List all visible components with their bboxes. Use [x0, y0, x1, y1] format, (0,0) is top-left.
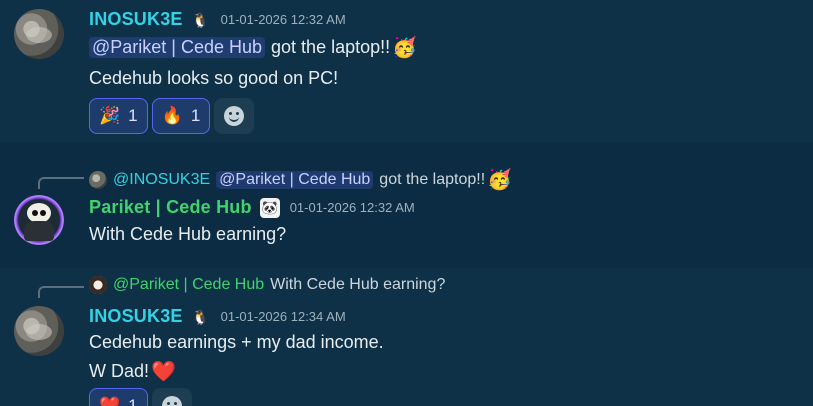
- timestamp[interactable]: 01-01-2026 12:32 AM: [221, 12, 346, 27]
- message-text-segment: got the laptop!!: [271, 37, 391, 57]
- message-text-segment: Cedehub looks so good on PC!: [89, 68, 339, 88]
- reply-avatar: [89, 170, 107, 189]
- message-text: Cedehub earnings + my dad income.: [89, 332, 384, 353]
- username[interactable]: INOSUK3E: [89, 9, 183, 30]
- avatar[interactable]: [14, 9, 64, 59]
- user-mention[interactable]: @Pariket | Cede Hub: [216, 170, 374, 189]
- message-group: @INOSUK3E @Pariket | Cede Hub got the la…: [0, 160, 813, 260]
- penguin-badge-icon[interactable]: 🐧: [191, 10, 211, 30]
- reaction-party[interactable]: 🎉 1: [89, 98, 148, 134]
- message-text: W Dad! ❤️: [89, 359, 176, 384]
- username[interactable]: INOSUK3E: [89, 306, 183, 327]
- penguin-badge-icon[interactable]: 🐧: [191, 307, 211, 327]
- timestamp[interactable]: 01-01-2026 12:32 AM: [290, 200, 415, 215]
- add-reaction-button[interactable]: [214, 98, 255, 134]
- timestamp[interactable]: 01-01-2026 12:34 AM: [221, 309, 346, 324]
- message-group: @Pariket | Cede Hub With Cede Hub earnin…: [0, 268, 813, 406]
- smile-icon: [161, 396, 182, 406]
- reply-avatar: [89, 276, 107, 294]
- reaction-bar: ❤️ 1: [89, 388, 192, 406]
- heart-emoji: ❤️: [151, 361, 176, 383]
- message-text: Cedehub looks so good on PC!: [89, 68, 338, 89]
- message-header: INOSUK3E 🐧 01-01-2026 12:32 AM: [89, 9, 346, 30]
- reaction-count: 1: [190, 106, 201, 125]
- reply-text: With Cede Hub earning?: [270, 276, 446, 293]
- reply-username[interactable]: @INOSUK3E: [113, 171, 210, 189]
- chat-message-list: INOSUK3E 🐧 01-01-2026 12:32 AM @Pariket …: [0, 0, 813, 406]
- username[interactable]: Pariket | Cede Hub: [89, 197, 252, 218]
- avatar[interactable]: [14, 306, 64, 356]
- reaction-heart[interactable]: ❤️ 1: [89, 388, 148, 406]
- reaction-bar: 🎉 1 🔥 1: [89, 98, 255, 134]
- message-text-segment: W Dad!: [89, 361, 150, 381]
- reply-preview[interactable]: @INOSUK3E @Pariket | Cede Hub got the la…: [89, 167, 512, 192]
- message-text: With Cede Hub earning?: [89, 224, 286, 245]
- panda-face: [27, 203, 51, 223]
- message-group: INOSUK3E 🐧 01-01-2026 12:32 AM @Pariket …: [0, 0, 813, 142]
- reaction-count: 1: [128, 106, 138, 125]
- partying-face-emoji: 🥳: [392, 37, 418, 59]
- heart-icon: ❤️: [99, 396, 121, 406]
- user-mention[interactable]: @Pariket | Cede Hub: [89, 37, 266, 58]
- fire-icon: 🔥: [161, 106, 183, 125]
- message-text-segment: With Cede Hub earning?: [89, 224, 287, 244]
- avatar[interactable]: [14, 195, 64, 245]
- reaction-count: 1: [128, 396, 138, 406]
- message-text-segment: Cedehub earnings + my dad income.: [89, 332, 384, 352]
- reply-preview[interactable]: @Pariket | Cede Hub With Cede Hub earnin…: [89, 276, 445, 294]
- panda-badge-icon[interactable]: 🐼: [259, 197, 280, 218]
- message-header: Pariket | Cede Hub 🐼 01-01-2026 12:32 AM: [89, 197, 415, 218]
- add-reaction-button[interactable]: [151, 388, 192, 406]
- message-header: INOSUK3E 🐧 01-01-2026 12:34 AM: [89, 306, 346, 327]
- reply-connector: [38, 177, 84, 189]
- message-text: @Pariket | Cede Hub got the laptop!! 🥳: [89, 35, 417, 60]
- reply-connector: [38, 286, 84, 298]
- party-popper-icon: 🎉: [99, 106, 121, 125]
- reply-username[interactable]: @Pariket | Cede Hub: [113, 276, 264, 294]
- partying-face-emoji: 🥳: [487, 169, 513, 191]
- reply-text: got the laptop!!: [379, 170, 486, 188]
- smile-icon: [224, 106, 245, 126]
- panda-body: [24, 221, 54, 241]
- reaction-fire[interactable]: 🔥 1: [151, 98, 211, 134]
